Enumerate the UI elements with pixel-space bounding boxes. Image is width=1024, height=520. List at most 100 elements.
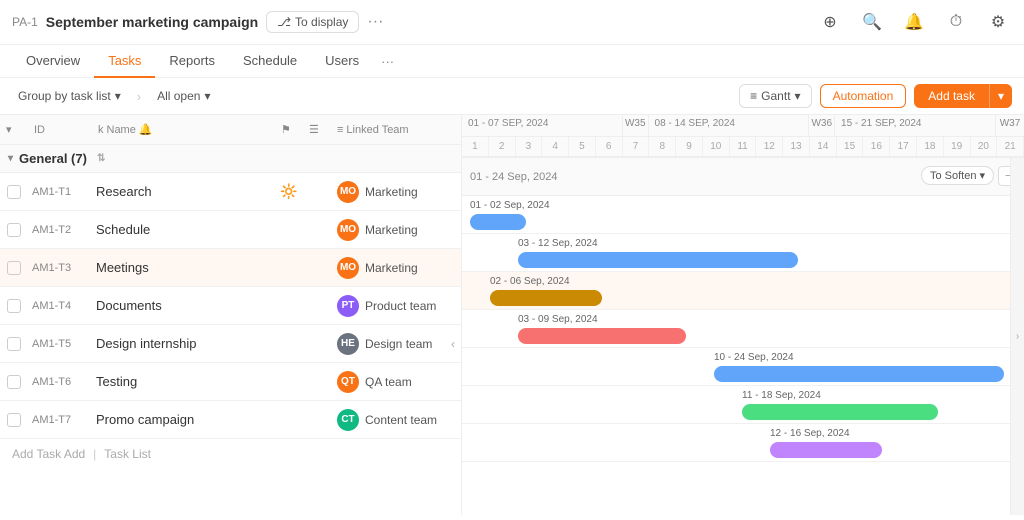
group-by-label: Group by task list (18, 89, 111, 103)
separator: › (137, 89, 141, 104)
flag-column-header: ⚑ (275, 119, 303, 140)
gantt-task-row-documents: 03 - 09 Sep, 2024 (462, 310, 1024, 348)
team-name: QA team (365, 375, 412, 389)
all-open-button[interactable]: All open ▾ (151, 86, 216, 106)
linked-team-cell: PT Product team (331, 295, 461, 317)
collapse-panel-icon: › (1016, 331, 1019, 342)
task-id: AM1-T5 (28, 338, 92, 350)
add-task-row[interactable]: Add Task Add | Task List (0, 439, 461, 469)
tab-schedule[interactable]: Schedule (229, 45, 311, 78)
task-checkbox[interactable] (0, 223, 28, 237)
tab-users[interactable]: Users (311, 45, 373, 78)
table-row: AM1-T6 Testing QT QA team (0, 363, 461, 401)
team-name: Marketing (365, 223, 418, 237)
team-avatar: PT (337, 295, 359, 317)
task-checkbox[interactable] (0, 413, 28, 427)
gantt-bar-schedule[interactable] (518, 252, 798, 268)
task-id: AM1-T1 (28, 186, 92, 198)
hamburger-icon: ≡ (750, 89, 757, 103)
gantt-date-range-label: 01 - 24 Sep, 2024 (470, 171, 557, 183)
task-checkbox[interactable] (0, 185, 28, 199)
day-2: 2 (489, 137, 516, 156)
table-header: ▾ ID k Name 🔔 ⚑ ☰ ≡ Linked Team (0, 115, 461, 145)
gantt-area: 01 - 07 SEP, 2024 W35 08 - 14 SEP, 2024 … (462, 115, 1024, 515)
project-more-button[interactable]: ··· (367, 13, 383, 31)
gantt-bar-research[interactable] (470, 214, 526, 230)
soften-badge[interactable]: To Soften ▾ (921, 166, 994, 185)
task-checkbox[interactable] (0, 337, 28, 351)
automation-button[interactable]: Automation (820, 84, 907, 108)
task-status-icon: 🔆 (275, 183, 303, 200)
bell-header-icon: 🔔 (139, 123, 153, 136)
gantt-task-row-testing: 11 - 18 Sep, 2024 (462, 386, 1024, 424)
group-chevron-icon[interactable]: ▾ (8, 153, 13, 164)
task-name: Documents (92, 298, 275, 313)
gantt-bar-meetings[interactable] (490, 290, 602, 306)
day-9: 9 (676, 137, 703, 156)
gantt-task-row-design: 10 - 24 Sep, 2024 (462, 348, 1024, 386)
gantt-bar-documents[interactable] (518, 328, 686, 344)
search-icon-button[interactable]: 🔍 (858, 8, 886, 36)
gantt-date-label: 10 - 24 Sep, 2024 (714, 352, 794, 363)
nav-more-button[interactable]: ··· (373, 46, 402, 77)
settings-icon-button[interactable]: ⚙ (984, 8, 1012, 36)
task-table: ▾ ID k Name 🔔 ⚑ ☰ ≡ Linked Team ▾ Genera (0, 115, 462, 515)
bell-icon-button[interactable]: 🔔 (900, 8, 928, 36)
task-name: Schedule (92, 222, 275, 237)
task-checkbox[interactable] (0, 299, 28, 313)
collapse-all-icon[interactable]: ▾ (6, 123, 12, 136)
add-task-list-label: Task List (104, 447, 151, 461)
add-icon-button[interactable]: ⊕ (816, 8, 844, 36)
gantt-bar-testing[interactable] (742, 404, 938, 420)
collapse-panel-icon[interactable]: ‹ (451, 337, 455, 351)
team-avatar: MO (337, 257, 359, 279)
soften-chevron-icon: ▾ (979, 169, 985, 182)
task-checkbox[interactable] (0, 261, 28, 275)
gantt-date-label: 02 - 06 Sep, 2024 (490, 276, 570, 287)
gantt-date-label: 11 - 18 Sep, 2024 (742, 390, 821, 401)
day-13: 13 (783, 137, 810, 156)
add-task-dropdown-button[interactable]: ▾ (989, 84, 1012, 108)
to-display-button[interactable]: ⎇ To display (266, 11, 359, 33)
gantt-bar-promo[interactable] (770, 442, 882, 458)
list-column-header: ☰ (303, 119, 331, 140)
gantt-bar-design[interactable] (714, 366, 1004, 382)
timer-icon-button[interactable]: ⏱ (942, 8, 970, 36)
team-avatar: CT (337, 409, 359, 431)
table-row: AM1-T1 Research 🔆 MO Marketing (0, 173, 461, 211)
day-20: 20 (971, 137, 998, 156)
gantt-task-row-promo: 12 - 16 Sep, 2024 (462, 424, 1024, 462)
tab-overview[interactable]: Overview (12, 45, 94, 78)
branch-icon: ⎇ (277, 15, 291, 29)
team-name: Product team (365, 299, 436, 313)
day-21: 21 (997, 137, 1024, 156)
linked-team-cell: QT QA team (331, 371, 461, 393)
team-avatar: MO (337, 219, 359, 241)
group-by-button[interactable]: Group by task list ▾ (12, 86, 127, 106)
day-7: 7 (623, 137, 650, 156)
linked-team-cell: MO Marketing (331, 257, 461, 279)
table-row: AM1-T5 Design internship HE Design team … (0, 325, 461, 363)
task-checkbox[interactable] (0, 375, 28, 389)
soften-label: To Soften (930, 170, 976, 182)
gantt-chevron-icon: ▾ (795, 89, 801, 103)
week-label-3: 08 - 14 SEP, 2024 (649, 115, 810, 136)
day-11: 11 (730, 137, 757, 156)
gantt-collapse-panel[interactable]: › (1010, 157, 1024, 515)
task-name: Testing (92, 374, 275, 389)
task-id: AM1-T3 (28, 262, 92, 274)
team-avatar: QT (337, 371, 359, 393)
sort-icon[interactable]: ⇅ (97, 153, 105, 164)
week-label-4: W36 (809, 115, 835, 136)
gantt-body: 01 - 24 Sep, 2024 To Soften ▾ − 01 - 02 … (462, 158, 1024, 462)
linked-team-cell: HE Design team ‹ (331, 333, 461, 355)
task-name: Meetings (92, 260, 275, 275)
gantt-button[interactable]: ≡ Gantt ▾ (739, 84, 811, 108)
day-19: 19 (944, 137, 971, 156)
project-name: September marketing campaign (46, 14, 258, 30)
add-task-button[interactable]: Add task (914, 84, 989, 108)
tab-reports[interactable]: Reports (155, 45, 229, 78)
tab-tasks[interactable]: Tasks (94, 45, 155, 78)
add-task-group: Add task ▾ (914, 84, 1012, 108)
linked-team-cell: MO Marketing (331, 219, 461, 241)
